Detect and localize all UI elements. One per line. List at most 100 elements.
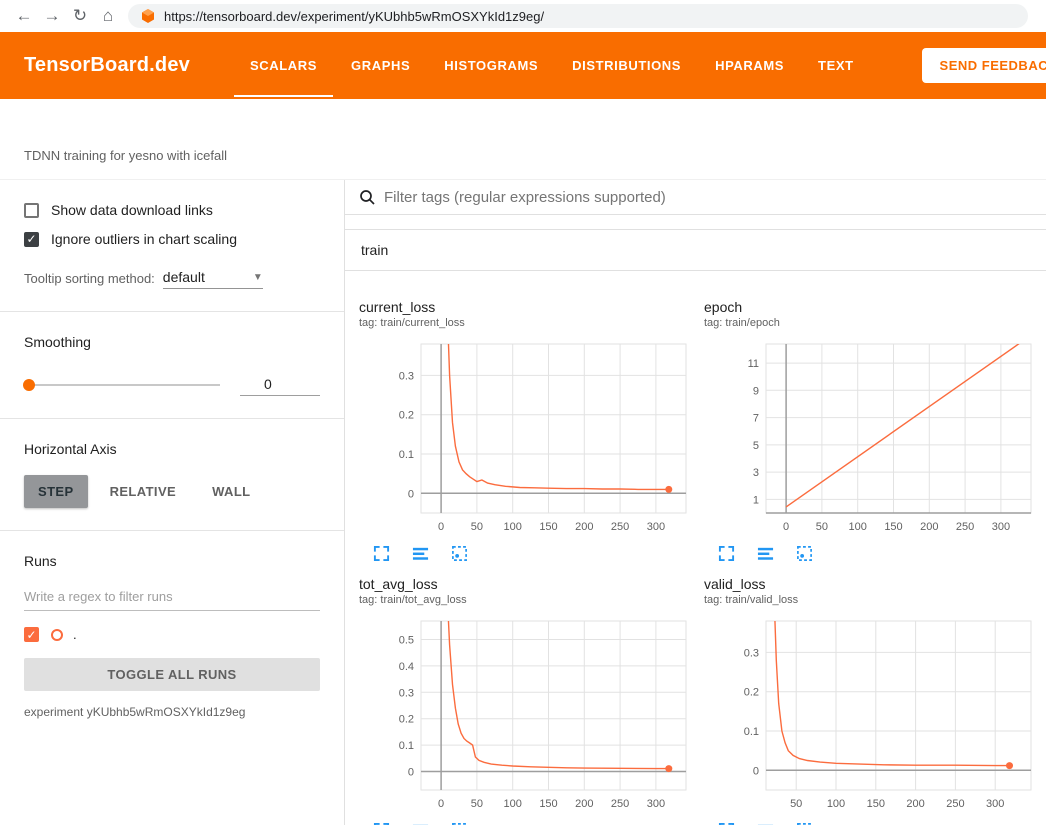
svg-text:200: 200 [575, 521, 593, 533]
chart-title: current_loss [359, 299, 694, 315]
svg-text:200: 200 [920, 521, 938, 533]
chevron-down-icon: ▼ [253, 272, 263, 283]
svg-text:150: 150 [539, 798, 557, 810]
experiment-title: TDNN training for yesno with icefall [24, 148, 227, 163]
svg-text:11: 11 [748, 358, 759, 370]
svg-text:200: 200 [906, 798, 924, 810]
svg-text:50: 50 [471, 798, 483, 810]
runs-label: Runs [24, 553, 320, 569]
line-chart[interactable]: 05010015020025030000.10.20.30.40.5 [359, 616, 694, 816]
smoothing-value-input[interactable] [240, 374, 320, 396]
tensorboard-logo[interactable]: TensorBoard.dev [24, 54, 190, 77]
chart-toolbar [704, 545, 1039, 562]
ignore-outliers-checkbox[interactable]: ✓ Ignore outliers in chart scaling [24, 231, 320, 247]
tab-hparams[interactable]: HPARAMS [699, 32, 800, 99]
svg-text:0: 0 [408, 488, 414, 500]
smoothing-slider[interactable] [24, 384, 220, 386]
svg-text:150: 150 [867, 798, 885, 810]
expand-chart-icon[interactable] [373, 545, 390, 562]
svg-text:200: 200 [575, 798, 593, 810]
tag-filter-input[interactable] [384, 189, 1032, 206]
svg-text:0: 0 [783, 521, 789, 533]
scalars-dashboard: train current_loss tag: train/current_lo… [345, 180, 1046, 825]
svg-text:100: 100 [504, 521, 522, 533]
checkbox-unchecked-icon [24, 203, 39, 218]
svg-text:100: 100 [504, 798, 522, 810]
run-checkbox-icon[interactable]: ✓ [24, 627, 39, 642]
tab-histograms[interactable]: HISTOGRAMS [428, 32, 554, 99]
line-chart[interactable]: 0501001502002503001357911 [704, 339, 1039, 539]
tooltip-sorting-label: Tooltip sorting method: [24, 271, 155, 289]
reload-icon[interactable]: ↻ [66, 6, 94, 26]
tab-distributions[interactable]: DISTRIBUTIONS [556, 32, 697, 99]
svg-text:0.2: 0.2 [744, 687, 759, 699]
svg-text:50: 50 [790, 798, 802, 810]
charts-grid: current_loss tag: train/current_loss 050… [345, 271, 1046, 825]
tab-scalars[interactable]: SCALARS [234, 32, 333, 99]
svg-text:3: 3 [753, 467, 759, 479]
tag-filter-row [345, 180, 1046, 215]
runs-filter-input[interactable] [24, 583, 320, 611]
expand-chart-icon[interactable] [718, 545, 735, 562]
fit-domain-icon[interactable] [796, 545, 813, 562]
slider-thumb[interactable] [23, 379, 35, 391]
toggle-y-axis-icon[interactable] [412, 545, 429, 562]
svg-text:300: 300 [647, 798, 665, 810]
svg-text:1: 1 [753, 494, 759, 506]
svg-text:250: 250 [611, 521, 629, 533]
svg-text:9: 9 [753, 385, 759, 397]
chart-title: valid_loss [704, 576, 1039, 592]
svg-text:7: 7 [753, 413, 759, 425]
tag-group-header-train[interactable]: train [345, 230, 1046, 271]
svg-text:250: 250 [611, 798, 629, 810]
send-feedback-button[interactable]: SEND FEEDBACK [922, 48, 1046, 83]
checkbox-checked-icon: ✓ [24, 232, 39, 247]
svg-text:100: 100 [827, 798, 845, 810]
svg-text:0.3: 0.3 [399, 370, 414, 382]
tensorboard-favicon [140, 8, 156, 24]
svg-text:300: 300 [647, 521, 665, 533]
svg-text:100: 100 [849, 521, 867, 533]
chart-tag: tag: train/tot_avg_loss [359, 594, 694, 606]
toggle-all-runs-button[interactable]: TOGGLE ALL RUNS [24, 658, 320, 691]
svg-text:250: 250 [946, 798, 964, 810]
chart-tag: tag: train/current_loss [359, 317, 694, 329]
browser-toolbar: ← → ↻ ⌂ https://tensorboard.dev/experime… [0, 0, 1046, 32]
line-chart[interactable]: 5010015020025030000.10.20.3 [704, 616, 1039, 816]
back-icon[interactable]: ← [10, 6, 38, 26]
forward-icon[interactable]: → [38, 6, 66, 26]
svg-text:0: 0 [408, 767, 414, 779]
svg-text:5: 5 [753, 440, 759, 452]
show-download-links-checkbox[interactable]: Show data download links [24, 202, 320, 218]
svg-text:0.3: 0.3 [399, 687, 414, 699]
axis-relative-button[interactable]: RELATIVE [96, 475, 191, 508]
svg-text:0.1: 0.1 [399, 449, 414, 461]
tab-text[interactable]: TEXT [802, 32, 870, 99]
svg-text:0.2: 0.2 [399, 410, 414, 422]
home-icon[interactable]: ⌂ [94, 6, 122, 26]
chart-tag: tag: train/epoch [704, 317, 1039, 329]
svg-text:0.3: 0.3 [744, 647, 759, 659]
experiment-title-bar: TDNN training for yesno with icefall [0, 99, 1046, 180]
tooltip-sorting-dropdown[interactable]: default ▼ [163, 269, 263, 289]
line-chart[interactable]: 0 50 100 150 200 250 300 0 0.1 0.2 0.3 [359, 339, 694, 539]
svg-text:50: 50 [471, 521, 483, 533]
horizontal-axis-label: Horizontal Axis [24, 441, 320, 457]
chart-title: tot_avg_loss [359, 576, 694, 592]
axis-wall-button[interactable]: WALL [198, 475, 264, 508]
svg-text:150: 150 [539, 521, 557, 533]
fit-domain-icon[interactable] [451, 545, 468, 562]
chart-tag: tag: train/valid_loss [704, 594, 1039, 606]
chart-toolbar [359, 545, 694, 562]
chart-title: epoch [704, 299, 1039, 315]
axis-step-button[interactable]: STEP [24, 475, 88, 508]
svg-text:0: 0 [753, 765, 759, 777]
tab-graphs[interactable]: GRAPHS [335, 32, 426, 99]
run-list-item[interactable]: ✓ . [24, 627, 320, 642]
chart-card: current_loss tag: train/current_loss 0 50… [359, 299, 694, 562]
toggle-y-axis-icon[interactable] [757, 545, 774, 562]
address-bar[interactable]: https://tensorboard.dev/experiment/yKUbh… [128, 4, 1028, 28]
svg-text:0: 0 [438, 521, 444, 533]
tag-group-title: train [361, 242, 388, 258]
search-icon [359, 189, 376, 206]
